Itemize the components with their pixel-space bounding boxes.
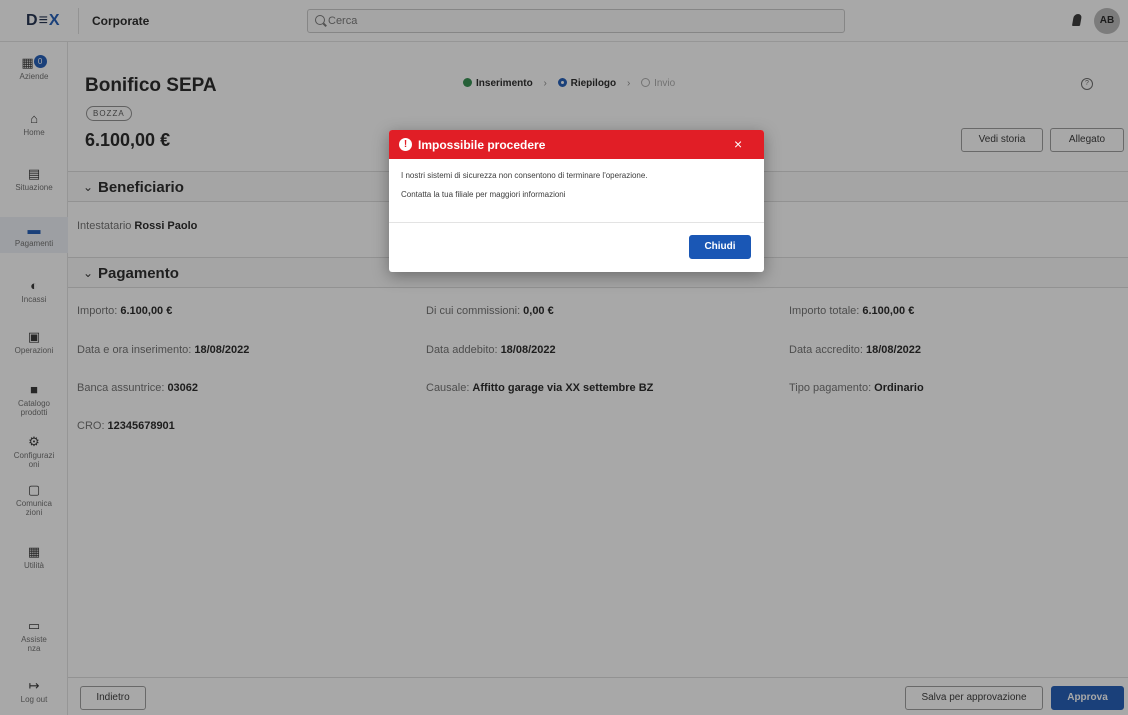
close-dialog-button[interactable]: Chiudi [689, 235, 751, 259]
dialog-title: Impossibile procedere [418, 138, 546, 152]
alert-icon: ! [399, 138, 412, 151]
modal-backdrop[interactable] [0, 0, 1128, 715]
close-icon[interactable]: × [734, 136, 742, 152]
dialog-message: I nostri sistemi di sicurezza non consen… [401, 171, 648, 180]
dialog-message: Contatta la tua filiale per maggiori inf… [401, 190, 566, 199]
dialog-body: I nostri sistemi di sicurezza non consen… [389, 159, 764, 223]
error-dialog: ! Impossibile procedere × I nostri siste… [389, 130, 764, 272]
dialog-header: ! Impossibile procedere × [389, 130, 764, 159]
